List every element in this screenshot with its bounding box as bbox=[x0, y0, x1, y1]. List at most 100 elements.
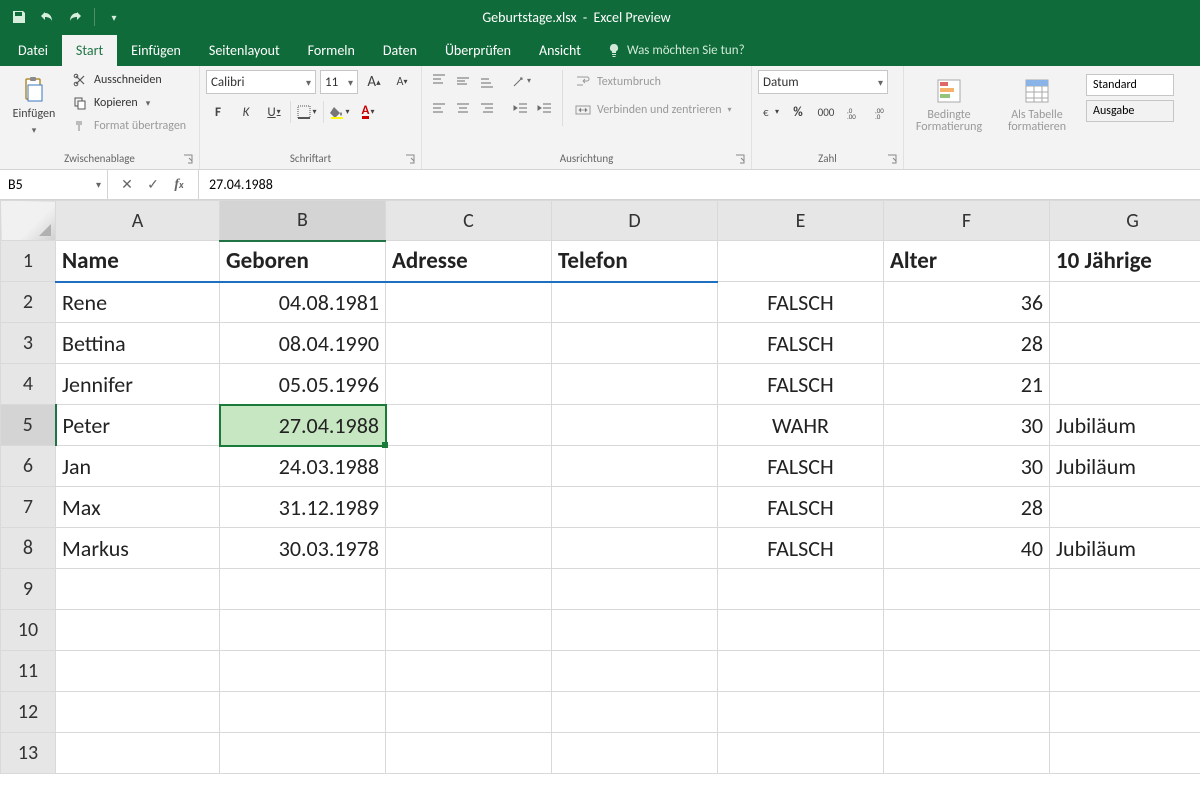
cell-G5[interactable]: Jubiläum bbox=[1050, 405, 1200, 446]
number-format-combo[interactable]: Datum ▾ bbox=[758, 70, 888, 94]
row-header-3[interactable]: 3 bbox=[1, 323, 56, 364]
save-icon[interactable] bbox=[10, 8, 28, 26]
accept-formula-button[interactable]: ✓ bbox=[144, 176, 162, 193]
cell-C4[interactable] bbox=[386, 364, 552, 405]
tab-ansicht[interactable]: Ansicht bbox=[525, 35, 595, 66]
undo-icon[interactable] bbox=[38, 8, 56, 26]
align-center-button[interactable] bbox=[452, 98, 474, 120]
row-header-4[interactable]: 4 bbox=[1, 364, 56, 405]
cell-D7[interactable] bbox=[552, 487, 718, 528]
cell-F9[interactable] bbox=[884, 569, 1050, 610]
cell-E12[interactable] bbox=[718, 692, 884, 733]
font-size-combo[interactable]: 11 ▾ bbox=[320, 70, 358, 94]
align-right-button[interactable] bbox=[476, 98, 498, 120]
cell-F6[interactable]: 30 bbox=[884, 446, 1050, 487]
format-painter-button[interactable]: Format übertragen bbox=[68, 116, 190, 136]
cell-F5[interactable]: 30 bbox=[884, 405, 1050, 446]
cell-A1[interactable]: Name bbox=[56, 241, 220, 282]
cell-G13[interactable] bbox=[1050, 733, 1200, 774]
format-as-table-button[interactable]: Als Tabelle formatieren bbox=[1000, 70, 1074, 140]
cell-E6[interactable]: FALSCH bbox=[718, 446, 884, 487]
cell-C8[interactable] bbox=[386, 528, 552, 569]
fill-color-button[interactable]: ▾ bbox=[328, 100, 352, 124]
increase-indent-button[interactable] bbox=[534, 98, 556, 120]
redo-icon[interactable] bbox=[66, 8, 84, 26]
chevron-down-icon[interactable]: ▾ bbox=[96, 178, 107, 191]
bold-button[interactable]: F bbox=[206, 100, 230, 124]
cell-G9[interactable] bbox=[1050, 569, 1200, 610]
cell-D5[interactable] bbox=[552, 405, 718, 446]
row-header-7[interactable]: 7 bbox=[1, 487, 56, 528]
merge-center-button[interactable]: Verbinden und zentrieren ▾ bbox=[575, 98, 732, 122]
cell-C9[interactable] bbox=[386, 569, 552, 610]
column-header-D[interactable]: D bbox=[552, 201, 718, 241]
cell-F12[interactable] bbox=[884, 692, 1050, 733]
cell-D9[interactable] bbox=[552, 569, 718, 610]
fx-icon[interactable]: fx bbox=[170, 177, 188, 193]
column-header-E[interactable]: E bbox=[718, 201, 884, 241]
cell-A7[interactable]: Max bbox=[56, 487, 220, 528]
cell-C5[interactable] bbox=[386, 405, 552, 446]
cell-B12[interactable] bbox=[220, 692, 386, 733]
cell-F8[interactable]: 40 bbox=[884, 528, 1050, 569]
cell-C13[interactable] bbox=[386, 733, 552, 774]
tab-datei[interactable]: Datei bbox=[4, 35, 62, 66]
cell-style-output[interactable]: Ausgabe bbox=[1086, 100, 1174, 122]
cell-E11[interactable] bbox=[718, 651, 884, 692]
column-header-C[interactable]: C bbox=[386, 201, 552, 241]
cell-G12[interactable] bbox=[1050, 692, 1200, 733]
column-header-G[interactable]: G bbox=[1050, 201, 1200, 241]
cell-E8[interactable]: FALSCH bbox=[718, 528, 884, 569]
cell-A11[interactable] bbox=[56, 651, 220, 692]
cell-F13[interactable] bbox=[884, 733, 1050, 774]
row-header-8[interactable]: 8 bbox=[1, 528, 56, 569]
cell-G7[interactable] bbox=[1050, 487, 1200, 528]
cell-A2[interactable]: Rene bbox=[56, 282, 220, 323]
cell-C7[interactable] bbox=[386, 487, 552, 528]
cell-E9[interactable] bbox=[718, 569, 884, 610]
column-header-A[interactable]: A bbox=[56, 201, 220, 241]
cell-G10[interactable] bbox=[1050, 610, 1200, 651]
cell-B9[interactable] bbox=[220, 569, 386, 610]
align-bottom-button[interactable] bbox=[476, 70, 498, 92]
font-color-button[interactable]: A ▾ bbox=[356, 100, 380, 124]
align-middle-button[interactable] bbox=[452, 70, 474, 92]
tab-seitenlayout[interactable]: Seitenlayout bbox=[195, 35, 294, 66]
column-header-F[interactable]: F bbox=[884, 201, 1050, 241]
cell-B2[interactable]: 04.08.1981 bbox=[220, 282, 386, 323]
cell-E5[interactable]: WAHR bbox=[718, 405, 884, 446]
cell-G2[interactable] bbox=[1050, 282, 1200, 323]
formula-input[interactable] bbox=[199, 170, 1200, 199]
row-header-6[interactable]: 6 bbox=[1, 446, 56, 487]
font-name-combo[interactable]: Calibri ▾ bbox=[206, 70, 316, 94]
cell-A5[interactable]: Peter bbox=[56, 405, 220, 446]
name-box-input[interactable] bbox=[0, 176, 78, 193]
cell-B6[interactable]: 24.03.1988 bbox=[220, 446, 386, 487]
cell-F7[interactable]: 28 bbox=[884, 487, 1050, 528]
underline-button[interactable]: U▾ bbox=[262, 100, 286, 124]
comma-format-button[interactable]: 000 bbox=[814, 100, 838, 124]
cell-C6[interactable] bbox=[386, 446, 552, 487]
cell-G1[interactable]: 10 Jährige bbox=[1050, 241, 1200, 282]
cell-D2[interactable] bbox=[552, 282, 718, 323]
row-header-12[interactable]: 12 bbox=[1, 692, 56, 733]
decrease-decimal-button[interactable]: ,00,0 bbox=[870, 100, 894, 124]
cell-B7[interactable]: 31.12.1989 bbox=[220, 487, 386, 528]
cell-B11[interactable] bbox=[220, 651, 386, 692]
cell-E13[interactable] bbox=[718, 733, 884, 774]
cell-E4[interactable]: FALSCH bbox=[718, 364, 884, 405]
dialog-launcher-icon[interactable] bbox=[183, 154, 195, 166]
cell-F2[interactable]: 36 bbox=[884, 282, 1050, 323]
cell-A9[interactable] bbox=[56, 569, 220, 610]
cell-A13[interactable] bbox=[56, 733, 220, 774]
row-header-11[interactable]: 11 bbox=[1, 651, 56, 692]
align-top-button[interactable] bbox=[428, 70, 450, 92]
cell-D12[interactable] bbox=[552, 692, 718, 733]
cell-C12[interactable] bbox=[386, 692, 552, 733]
cell-E7[interactable]: FALSCH bbox=[718, 487, 884, 528]
cell-G11[interactable] bbox=[1050, 651, 1200, 692]
italic-button[interactable]: K bbox=[234, 100, 258, 124]
cut-button[interactable]: Ausschneiden bbox=[68, 70, 190, 90]
cell-D6[interactable] bbox=[552, 446, 718, 487]
cell-D11[interactable] bbox=[552, 651, 718, 692]
